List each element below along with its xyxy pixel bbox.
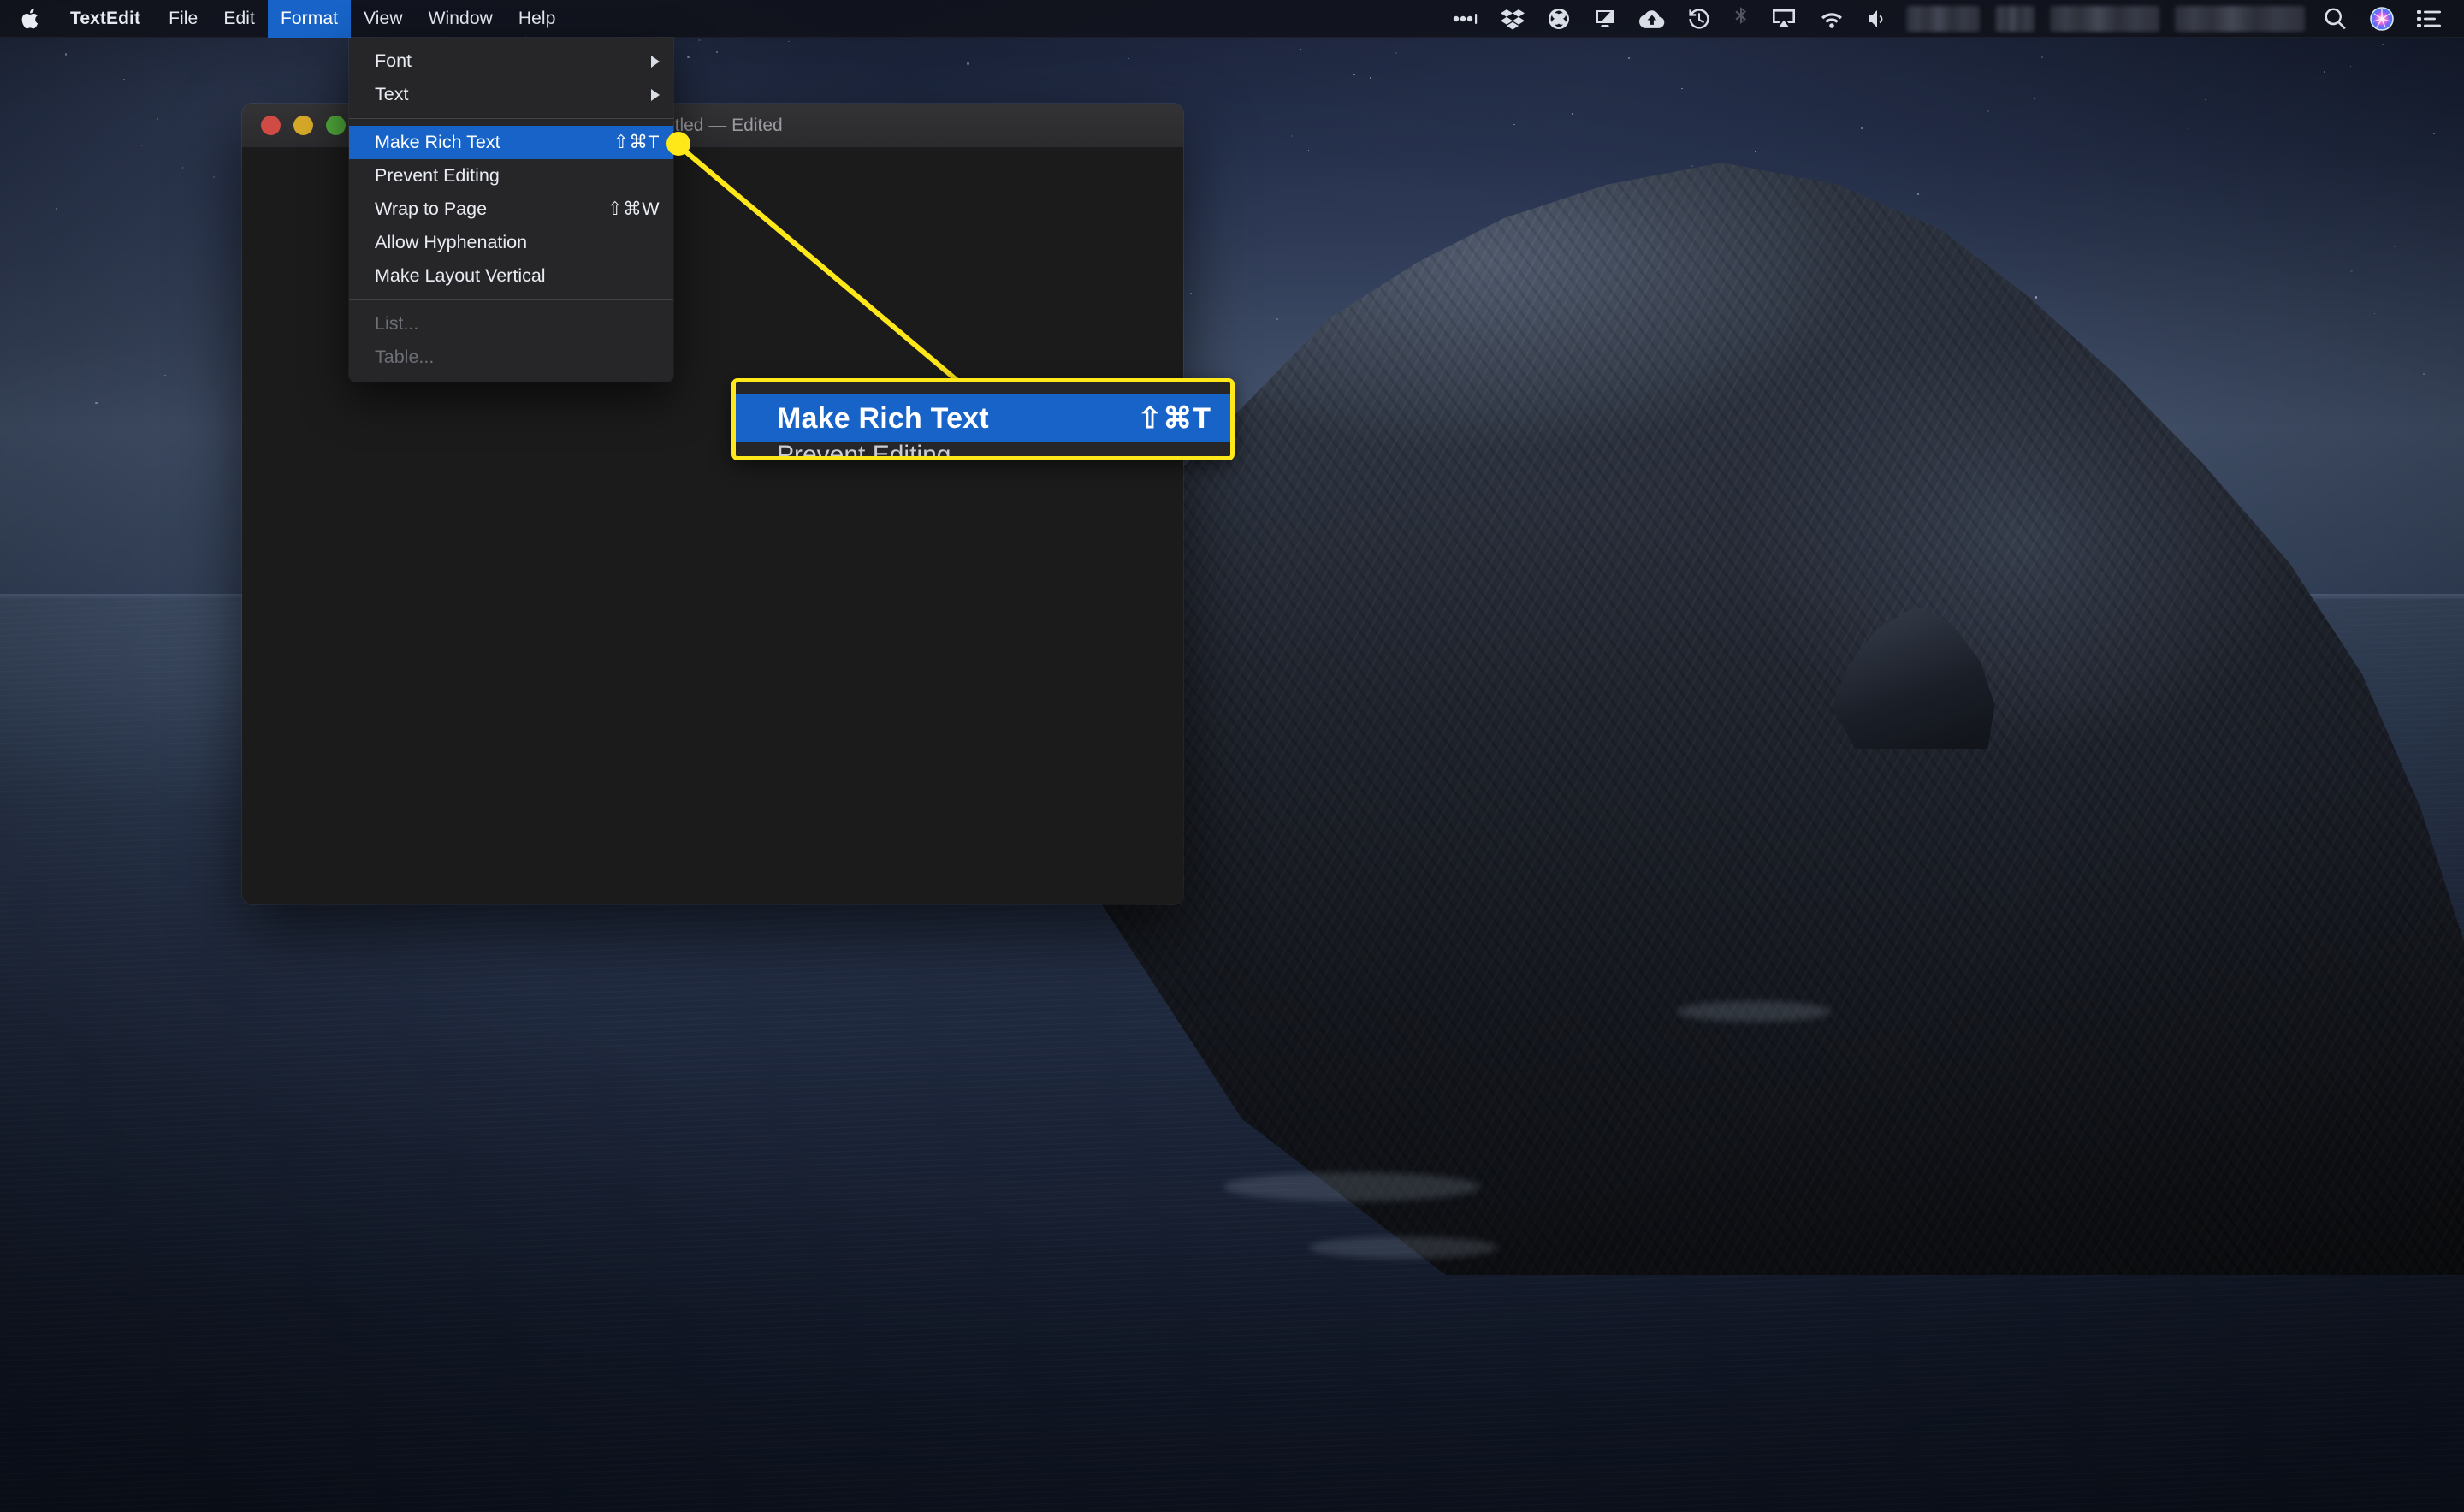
menu-bar-item-view[interactable]: View <box>351 0 416 38</box>
chevron-right-icon <box>651 55 660 68</box>
dropbox-icon[interactable] <box>1490 0 1536 38</box>
menu-bar-left: TextEdit File Edit Format View Window He… <box>0 0 568 38</box>
menu-bar-item-help[interactable]: Help <box>506 0 569 38</box>
menu-bar-item-edit[interactable]: Edit <box>210 0 268 38</box>
menu-item-label: Make Layout Vertical <box>375 265 546 286</box>
menu-item-shortcut: ⇧⌘T <box>613 132 660 152</box>
window-traffic-lights <box>242 116 346 135</box>
redacted-status-item <box>1995 5 2035 32</box>
menu-item-make-rich-text[interactable]: Make Rich Text ⇧⌘T <box>349 126 673 159</box>
menu-item-label: List... <box>375 313 419 334</box>
display-icon[interactable] <box>1582 0 1628 38</box>
control-center-icon[interactable] <box>2406 0 2452 38</box>
chevron-right-icon <box>651 88 660 101</box>
menu-bar-app-name[interactable]: TextEdit <box>60 0 156 38</box>
menu-item-font[interactable]: Font <box>349 44 673 78</box>
macos-menu-bar: TextEdit File Edit Format View Window He… <box>0 0 2464 38</box>
redacted-status-item <box>1906 5 1980 32</box>
menu-item-label: Text <box>375 84 409 104</box>
menu-item-label: Prevent Editing <box>375 165 500 186</box>
creative-cloud-icon[interactable] <box>1536 0 1582 38</box>
menu-item-shortcut: ⇧⌘W <box>607 199 660 219</box>
redacted-status-item <box>2050 5 2159 32</box>
minimize-button[interactable] <box>293 116 313 135</box>
menu-bar-item-format[interactable]: Format <box>267 0 352 38</box>
menu-item-prevent-editing[interactable]: Prevent Editing <box>349 159 673 193</box>
menu-item-label: Font <box>375 50 412 71</box>
menu-item-label: Table... <box>375 347 435 367</box>
callout-highlighted-row: Make Rich Text ⇧⌘T <box>736 394 1230 442</box>
callout-top-strip <box>736 382 1230 394</box>
menu-separator <box>349 299 673 300</box>
siri-icon[interactable] <box>2358 0 2406 38</box>
menu-item-label: Make Rich Text <box>375 132 500 152</box>
menu-bar-status-area <box>1442 0 2464 38</box>
wifi-icon[interactable] <box>1808 0 1856 38</box>
time-machine-icon[interactable] <box>1676 0 1722 38</box>
callout-zoom-box: Make Rich Text ⇧⌘T Prevent Editing <box>732 378 1235 460</box>
menu-separator <box>349 118 673 119</box>
callout-shortcut: ⇧⌘T <box>1137 402 1211 435</box>
bluetooth-icon[interactable] <box>1722 0 1760 38</box>
menu-item-label: Allow Hyphenation <box>375 232 528 252</box>
apple-logo-icon[interactable] <box>0 7 60 31</box>
menu-item-make-layout-vertical[interactable]: Make Layout Vertical <box>349 259 673 293</box>
menu-item-table: Table... <box>349 341 673 374</box>
spotlight-search-icon[interactable] <box>2313 0 2358 38</box>
menu-item-allow-hyphenation[interactable]: Allow Hyphenation <box>349 226 673 259</box>
menu-item-list: List... <box>349 307 673 341</box>
cloud-upload-icon[interactable] <box>1628 0 1676 38</box>
close-button[interactable] <box>261 116 281 135</box>
zoom-button[interactable] <box>326 116 346 135</box>
menu-item-label: Wrap to Page <box>375 199 488 219</box>
menu-item-wrap-to-page[interactable]: Wrap to Page ⇧⌘W <box>349 193 673 226</box>
airplay-icon[interactable] <box>1760 0 1808 38</box>
ellipsis-icon[interactable] <box>1442 0 1490 38</box>
volume-icon[interactable] <box>1856 0 1898 38</box>
format-dropdown-menu[interactable]: Font Text Make Rich Text ⇧⌘T Prevent Edi… <box>349 38 673 382</box>
callout-partial-next-item: Prevent Editing <box>736 442 1230 456</box>
callout-label: Make Rich Text <box>777 401 989 435</box>
menu-item-text[interactable]: Text <box>349 78 673 111</box>
redacted-status-item <box>2175 5 2305 32</box>
menu-bar-item-window[interactable]: Window <box>416 0 506 38</box>
menu-bar-item-file[interactable]: File <box>156 0 210 38</box>
